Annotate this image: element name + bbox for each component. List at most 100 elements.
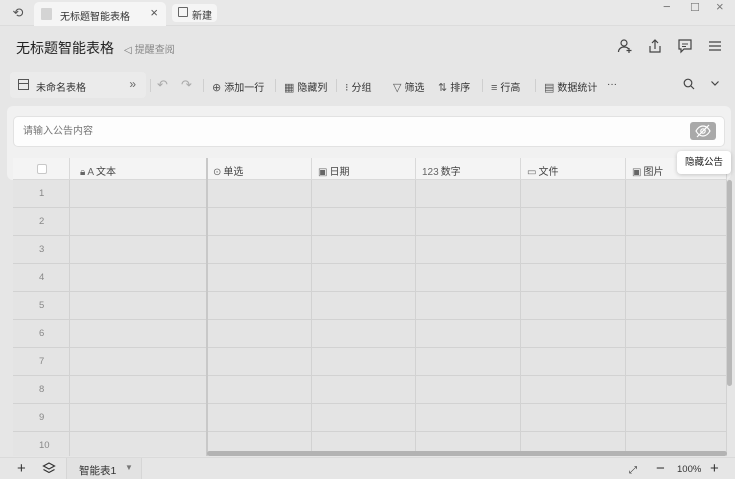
table-cell[interactable] [312,376,416,404]
table-cell[interactable] [70,180,207,208]
history-icon[interactable]: ⟲ [10,5,26,21]
table-cell[interactable] [70,348,207,376]
table-cell[interactable] [626,236,727,264]
reminder-button[interactable]: ◁ 提醒查阅 [124,41,175,56]
table-cell[interactable] [70,320,207,348]
table-cell[interactable] [70,292,207,320]
table-cell[interactable] [521,180,626,208]
stats-button[interactable]: ▤ 数据统计 [544,79,597,94]
group-button[interactable]: ⁝ 分组 [345,79,372,94]
table-cell[interactable] [312,292,416,320]
column-header-file[interactable]: ▭ 文件 [521,158,626,180]
column-header-single-select[interactable]: ⊙ 单选 [207,158,312,180]
table-cell[interactable] [521,208,626,236]
table-cell[interactable] [312,180,416,208]
table-row[interactable]: 7 [13,348,727,376]
select-all-checkbox[interactable] [37,164,47,174]
maximize-icon[interactable]: ☐ [690,1,700,15]
more-button[interactable]: ··· [607,79,617,90]
table-cell[interactable] [626,292,727,320]
column-header-text[interactable]: 🔒︎ A 文本 [70,158,207,180]
table-cell[interactable] [626,376,727,404]
table-row[interactable]: 5 [13,292,727,320]
table-cell[interactable] [312,348,416,376]
search-icon[interactable] [683,78,695,93]
chevron-down-icon[interactable] [709,77,721,92]
frozen-column-divider[interactable] [206,158,208,456]
add-sheet-icon[interactable]: + [17,460,26,478]
zoom-out-icon[interactable]: − [656,460,665,478]
table-cell[interactable] [207,208,312,236]
table-cell[interactable] [521,264,626,292]
table-cell[interactable] [626,320,727,348]
table-cell[interactable] [626,348,727,376]
table-cell[interactable] [416,236,521,264]
row-number-cell[interactable]: 10 [13,432,70,456]
close-icon[interactable]: × [150,6,158,20]
table-row[interactable]: 2 [13,208,727,236]
hide-announcement-button[interactable] [690,122,716,140]
table-cell[interactable] [521,376,626,404]
row-number-cell[interactable]: 4 [13,264,70,292]
tab-document[interactable]: 无标题智能表格 × [34,2,166,26]
table-cell[interactable] [416,180,521,208]
hide-columns-button[interactable]: ▦ 隐藏列 [284,79,327,94]
collapse-icon[interactable]: » [129,77,136,91]
row-number-cell[interactable]: 9 [13,404,70,432]
table-cell[interactable] [416,264,521,292]
column-header-number[interactable]: 123 数字 [416,158,521,180]
table-cell[interactable] [626,208,727,236]
table-cell[interactable] [70,432,207,456]
table-cell[interactable] [207,264,312,292]
table-row[interactable]: 9 [13,404,727,432]
table-cell[interactable] [312,208,416,236]
table-row[interactable]: 8 [13,376,727,404]
new-tab-button[interactable]: 新建 [172,4,217,22]
row-number-cell[interactable]: 3 [13,236,70,264]
sheet-tab[interactable]: 智能表1 ▼ [66,458,142,479]
sort-button[interactable]: ⇅ 排序 [438,79,470,94]
add-row-button[interactable]: ⊕ 添加一行 [212,79,264,94]
table-cell[interactable] [312,404,416,432]
fullscreen-icon[interactable]: ⤢ [629,462,637,479]
sheet-selector[interactable]: 未命名表格 » [10,72,146,98]
table-cell[interactable] [207,236,312,264]
table-cell[interactable] [521,292,626,320]
table-row[interactable]: 3 [13,236,727,264]
table-cell[interactable] [207,376,312,404]
caret-down-icon[interactable]: ▼ [125,463,133,472]
table-cell[interactable] [416,292,521,320]
table-cell[interactable] [70,208,207,236]
table-cell[interactable] [70,404,207,432]
table-cell[interactable] [416,348,521,376]
table-cell[interactable] [521,404,626,432]
table-cell[interactable] [207,404,312,432]
announcement-input[interactable] [13,116,725,147]
table-cell[interactable] [207,180,312,208]
row-number-cell[interactable]: 2 [13,208,70,236]
table-cell[interactable] [207,292,312,320]
table-cell[interactable] [70,236,207,264]
comment-icon[interactable] [676,38,694,56]
share-icon[interactable] [646,38,664,56]
undo-icon[interactable]: ↶ [157,77,168,93]
row-number-cell[interactable]: 8 [13,376,70,404]
horizontal-scrollbar[interactable] [207,451,727,456]
table-cell[interactable] [626,404,727,432]
table-cell[interactable] [416,404,521,432]
menu-icon[interactable] [706,38,724,56]
table-cell[interactable] [521,348,626,376]
row-number-cell[interactable]: 7 [13,348,70,376]
column-header-date[interactable]: ▣ 日期 [312,158,416,180]
minimize-icon[interactable]: − [663,0,671,14]
table-cell[interactable] [312,320,416,348]
table-row[interactable]: 4 [13,264,727,292]
table-cell[interactable] [207,348,312,376]
table-cell[interactable] [626,180,727,208]
table-cell[interactable] [521,236,626,264]
table-row[interactable]: 6 [13,320,727,348]
redo-icon[interactable]: ↷ [181,77,192,93]
row-number-cell[interactable]: 6 [13,320,70,348]
add-user-icon[interactable] [616,38,634,56]
table-cell[interactable] [312,264,416,292]
